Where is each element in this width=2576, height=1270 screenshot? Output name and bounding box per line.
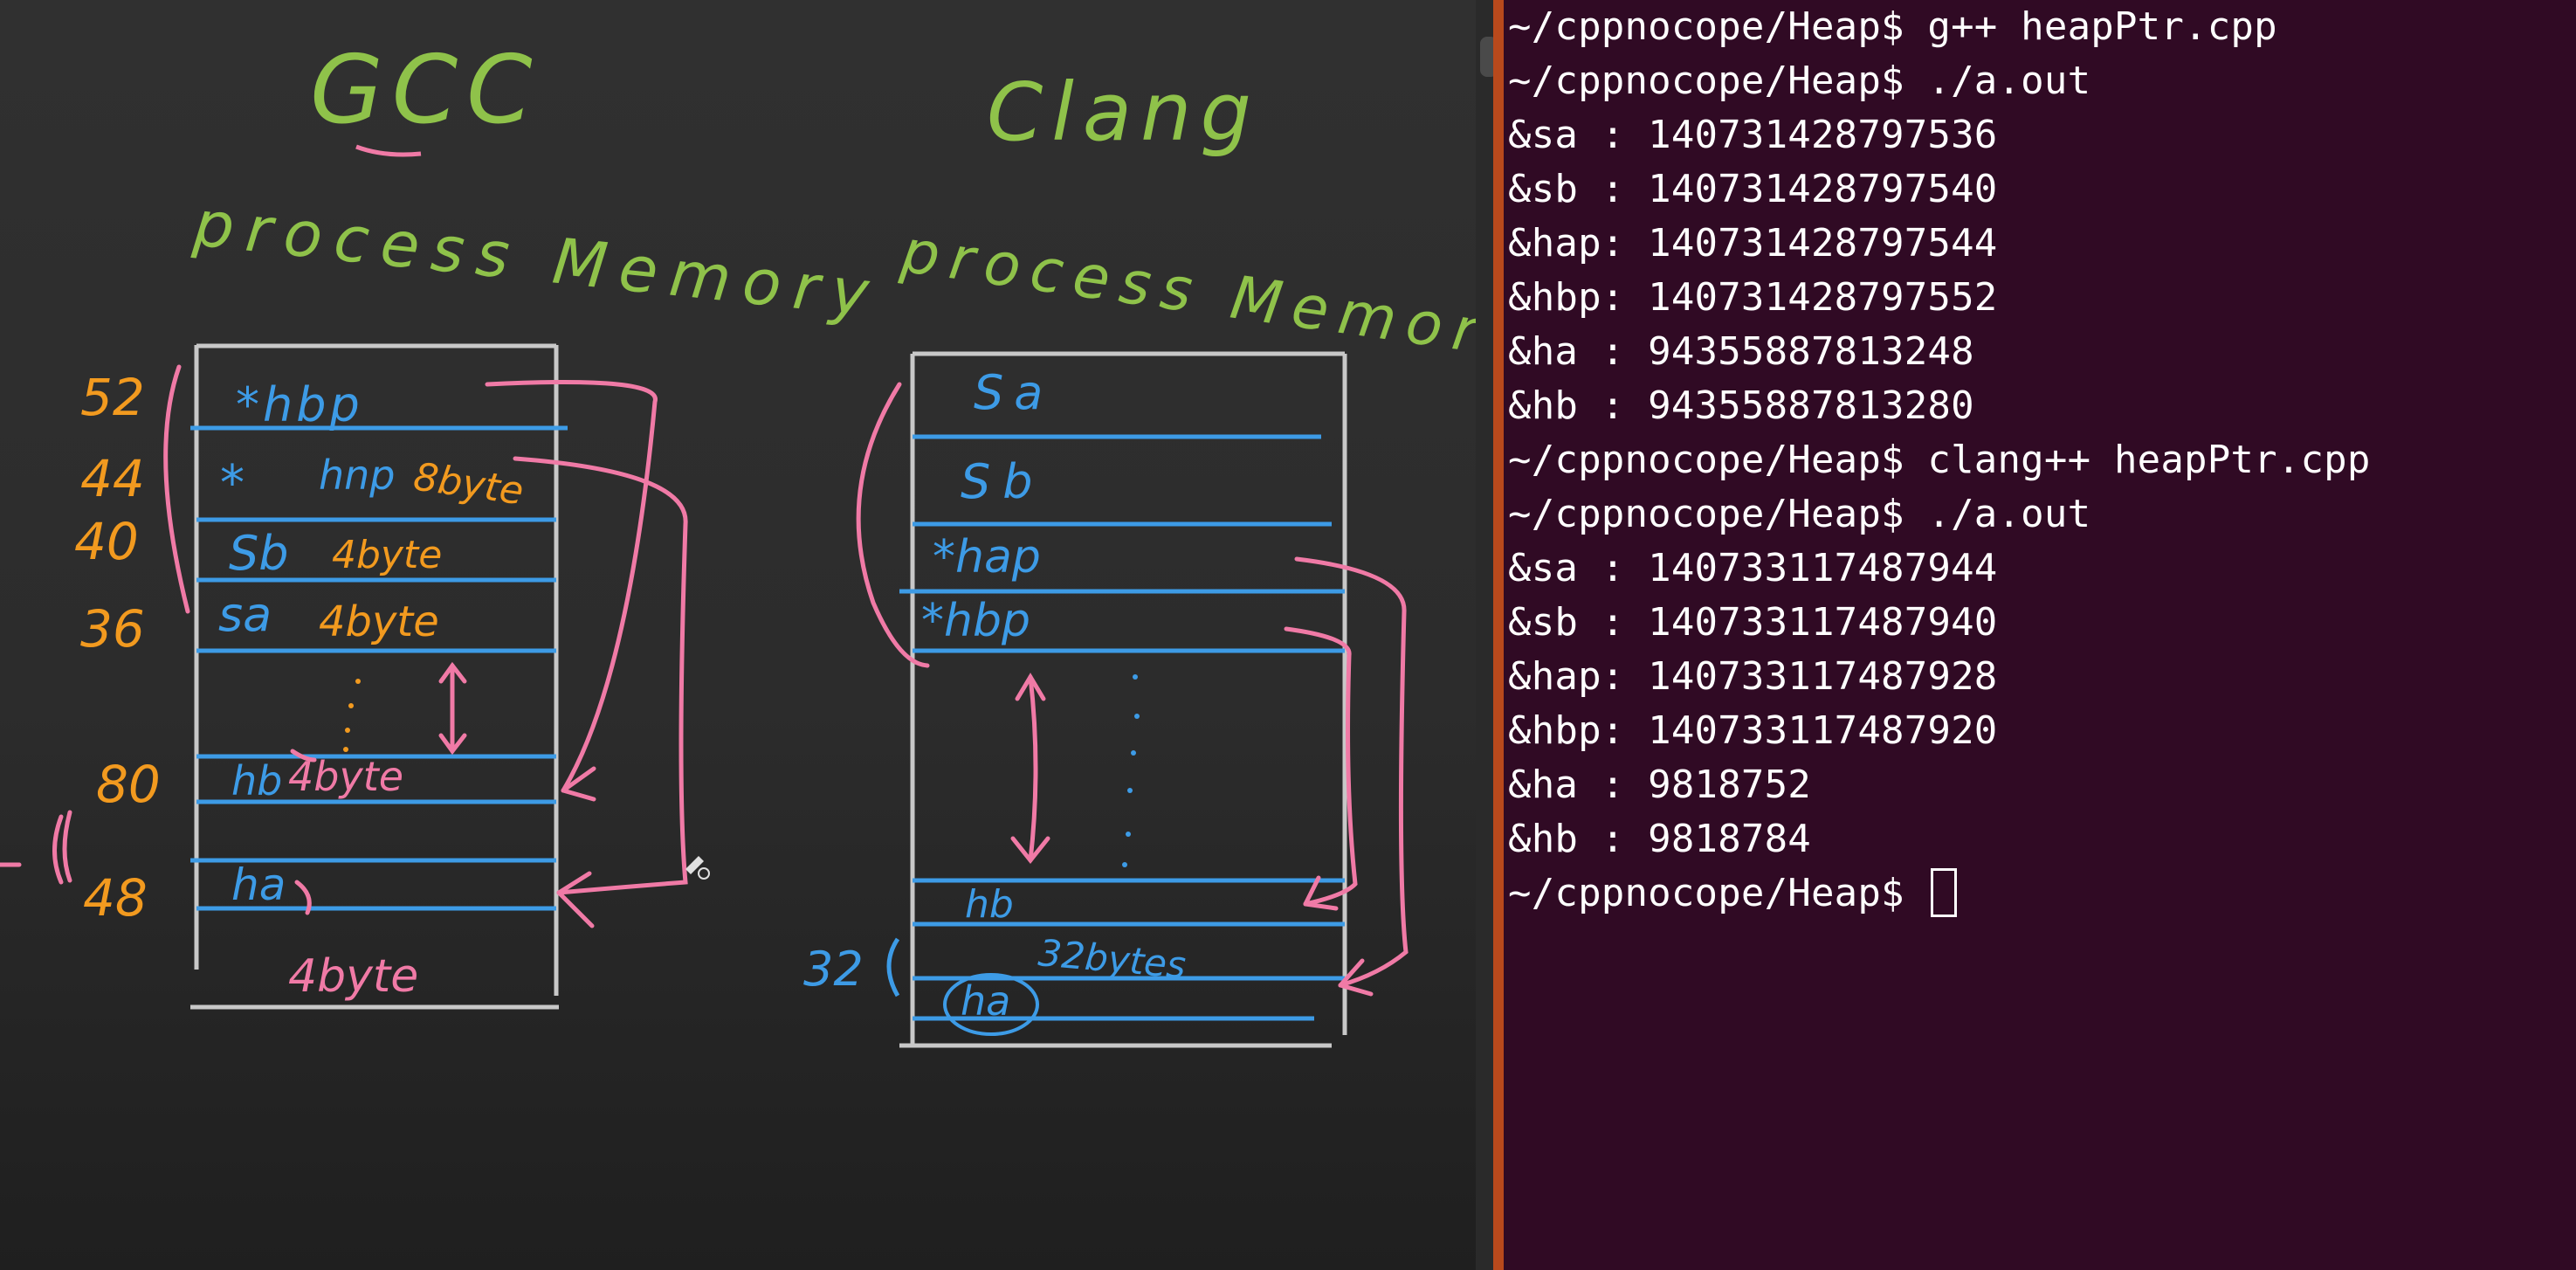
gcc-addr-48: 48 <box>83 868 148 928</box>
clang-title: Clang <box>987 66 1260 159</box>
terminal-line: &hb : 94355887813280 <box>1508 383 1974 428</box>
clang-addr-32: 32 <box>803 942 864 997</box>
terminal-window[interactable]: ~/cppnocope/Heap$ g++ heapPtr.cpp ~/cppn… <box>1504 0 2576 1270</box>
gcc-addr-36: 36 <box>80 599 145 659</box>
terminal-output: ~/cppnocope/Heap$ g++ heapPtr.cpp ~/cppn… <box>1508 0 2371 921</box>
clang-cell-hbp: *hbp <box>921 595 1030 647</box>
gcc-diagram: GCC process Memory *hbp * hnp 8byte Sb 4… <box>0 36 885 1010</box>
clang-pointer-arrows <box>856 382 1409 997</box>
gcc-cell-hap-size: 8byte <box>410 454 526 514</box>
terminal-prompt: ~/cppnocope/Heap$ <box>1508 871 1928 915</box>
terminal-line: &hap: 140733117487928 <box>1508 654 1998 699</box>
gcc-cell-sa-size: 4byte <box>319 597 439 646</box>
gcc-addr-80: 80 <box>96 755 161 814</box>
clang-cell-hap: *hap <box>933 531 1041 583</box>
gcc-title-underline <box>355 144 422 157</box>
terminal-line: ~/cppnocope/Heap$ ./a.out <box>1508 492 2091 536</box>
gcc-cell-hbp: *hbp <box>236 377 363 432</box>
gcc-cell-sa: sa <box>218 587 272 642</box>
terminal-line: &ha : 9818752 <box>1508 763 1811 807</box>
terminal-line: &hap: 140731428797544 <box>1508 221 1998 266</box>
whiteboard-canvas[interactable]: GCC process Memory *hbp * hnp 8byte Sb 4… <box>0 0 1476 1270</box>
brush-cursor-icon <box>685 856 710 880</box>
terminal-line: ~/cppnocope/Heap$ g++ heapPtr.cpp <box>1508 4 2277 49</box>
terminal-line: &hb : 9818784 <box>1508 817 1811 861</box>
gcc-addr-52: 52 <box>80 368 145 427</box>
terminal-line: &sb : 140733117487940 <box>1508 600 1998 645</box>
terminal-line: ~/cppnocope/Heap$ clang++ heapPtr.cpp <box>1508 438 2371 482</box>
terminal-line: &hbp: 140731428797552 <box>1508 275 1998 320</box>
clang-ellipsis-dots <box>1122 674 1140 867</box>
clang-cell-ha: ha <box>961 977 1010 1025</box>
gcc-cell-sb: Sb <box>229 526 289 581</box>
terminal-line: ~/cppnocope/Heap$ ./a.out <box>1508 59 2091 103</box>
terminal-window-edge <box>1493 0 1504 1270</box>
clang-cell-dividers <box>899 434 1345 1021</box>
terminal-prompt-line[interactable]: ~/cppnocope/Heap$ <box>1508 866 2371 921</box>
terminal-line: &sa : 140733117487944 <box>1508 546 1998 590</box>
terminal-line: &sb : 140731428797540 <box>1508 167 1998 211</box>
terminal-cursor[interactable] <box>1931 868 1958 917</box>
clang-subtitle: process Memory <box>897 217 1476 374</box>
gcc-cell-ha-size: 4byte <box>288 950 418 1003</box>
gcc-subtitle: process Memory <box>189 186 884 331</box>
clang-cell-sa: Sa <box>974 365 1053 420</box>
gcc-cell-star: * <box>220 455 245 512</box>
gcc-title: GCC <box>310 36 541 145</box>
clang-cell-sb: Sb <box>961 454 1045 509</box>
gcc-cell-hap: hnp <box>319 452 396 499</box>
terminal-line: &hbp: 140733117487920 <box>1508 708 1998 753</box>
gcc-cell-hb: hb <box>231 757 282 804</box>
gcc-cell-ha: ha <box>231 859 286 910</box>
gcc-addr-44: 44 <box>80 449 145 508</box>
gcc-ellipsis-dots <box>343 679 361 752</box>
gcc-addr-40: 40 <box>74 512 139 571</box>
gcc-cell-sb-size: 4byte <box>332 533 442 577</box>
clang-bracket <box>886 937 900 997</box>
clang-diagram: Clang process Memory Sa Sb *hap *hbp hb … <box>803 66 1476 1048</box>
clang-cell-hb: hb <box>965 882 1014 927</box>
terminal-line: &sa : 140731428797536 <box>1508 113 1998 157</box>
terminal-line: &ha : 94355887813248 <box>1508 329 1974 374</box>
